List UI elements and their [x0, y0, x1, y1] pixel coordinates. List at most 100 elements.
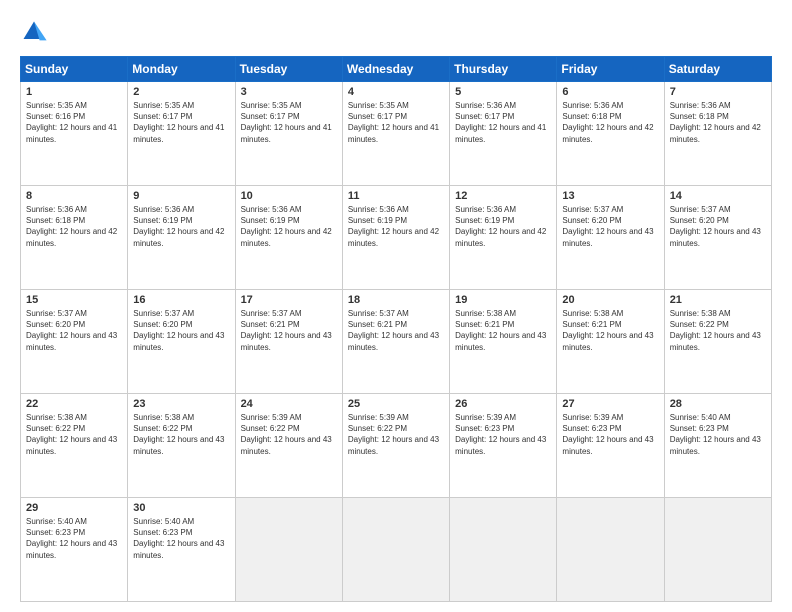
empty-cell [557, 498, 664, 602]
table-row: 14 Sunrise: 5:37 AM Sunset: 6:20 PM Dayl… [664, 186, 771, 290]
day-number: 23 [133, 398, 229, 410]
day-number: 17 [241, 294, 337, 306]
day-number: 16 [133, 294, 229, 306]
day-info: Sunrise: 5:37 AM Sunset: 6:20 PM Dayligh… [133, 308, 229, 353]
logo-icon [20, 18, 48, 46]
header-thursday: Thursday [450, 57, 557, 82]
day-info: Sunrise: 5:39 AM Sunset: 6:22 PM Dayligh… [241, 412, 337, 457]
day-number: 3 [241, 86, 337, 98]
day-number: 18 [348, 294, 444, 306]
day-number: 1 [26, 86, 122, 98]
table-row: 4 Sunrise: 5:35 AM Sunset: 6:17 PM Dayli… [342, 82, 449, 186]
day-number: 2 [133, 86, 229, 98]
day-number: 21 [670, 294, 766, 306]
table-row: 27 Sunrise: 5:39 AM Sunset: 6:23 PM Dayl… [557, 394, 664, 498]
empty-cell [342, 498, 449, 602]
table-row: 9 Sunrise: 5:36 AM Sunset: 6:19 PM Dayli… [128, 186, 235, 290]
empty-cell [450, 498, 557, 602]
table-row: 16 Sunrise: 5:37 AM Sunset: 6:20 PM Dayl… [128, 290, 235, 394]
day-number: 13 [562, 190, 658, 202]
day-info: Sunrise: 5:37 AM Sunset: 6:20 PM Dayligh… [26, 308, 122, 353]
table-row: 3 Sunrise: 5:35 AM Sunset: 6:17 PM Dayli… [235, 82, 342, 186]
day-number: 19 [455, 294, 551, 306]
day-number: 11 [348, 190, 444, 202]
day-info: Sunrise: 5:35 AM Sunset: 6:17 PM Dayligh… [348, 100, 444, 145]
table-row: 12 Sunrise: 5:36 AM Sunset: 6:19 PM Dayl… [450, 186, 557, 290]
calendar-table: Sunday Monday Tuesday Wednesday Thursday… [20, 56, 772, 602]
day-info: Sunrise: 5:36 AM Sunset: 6:18 PM Dayligh… [670, 100, 766, 145]
day-info: Sunrise: 5:40 AM Sunset: 6:23 PM Dayligh… [670, 412, 766, 457]
table-row: 22 Sunrise: 5:38 AM Sunset: 6:22 PM Dayl… [21, 394, 128, 498]
day-number: 27 [562, 398, 658, 410]
day-info: Sunrise: 5:36 AM Sunset: 6:19 PM Dayligh… [348, 204, 444, 249]
logo [20, 18, 52, 46]
day-info: Sunrise: 5:36 AM Sunset: 6:19 PM Dayligh… [455, 204, 551, 249]
table-row: 10 Sunrise: 5:36 AM Sunset: 6:19 PM Dayl… [235, 186, 342, 290]
table-row: 25 Sunrise: 5:39 AM Sunset: 6:22 PM Dayl… [342, 394, 449, 498]
header-tuesday: Tuesday [235, 57, 342, 82]
day-info: Sunrise: 5:36 AM Sunset: 6:18 PM Dayligh… [562, 100, 658, 145]
page: Sunday Monday Tuesday Wednesday Thursday… [0, 0, 792, 612]
day-number: 15 [26, 294, 122, 306]
day-number: 30 [133, 502, 229, 514]
day-number: 8 [26, 190, 122, 202]
day-number: 10 [241, 190, 337, 202]
day-number: 22 [26, 398, 122, 410]
table-row: 6 Sunrise: 5:36 AM Sunset: 6:18 PM Dayli… [557, 82, 664, 186]
table-row: 19 Sunrise: 5:38 AM Sunset: 6:21 PM Dayl… [450, 290, 557, 394]
day-number: 24 [241, 398, 337, 410]
empty-cell [664, 498, 771, 602]
table-row: 26 Sunrise: 5:39 AM Sunset: 6:23 PM Dayl… [450, 394, 557, 498]
day-number: 9 [133, 190, 229, 202]
day-info: Sunrise: 5:39 AM Sunset: 6:23 PM Dayligh… [455, 412, 551, 457]
day-info: Sunrise: 5:37 AM Sunset: 6:20 PM Dayligh… [670, 204, 766, 249]
day-number: 26 [455, 398, 551, 410]
day-info: Sunrise: 5:36 AM Sunset: 6:19 PM Dayligh… [133, 204, 229, 249]
day-number: 5 [455, 86, 551, 98]
day-info: Sunrise: 5:36 AM Sunset: 6:17 PM Dayligh… [455, 100, 551, 145]
day-info: Sunrise: 5:36 AM Sunset: 6:19 PM Dayligh… [241, 204, 337, 249]
empty-cell [235, 498, 342, 602]
header-sunday: Sunday [21, 57, 128, 82]
table-row: 5 Sunrise: 5:36 AM Sunset: 6:17 PM Dayli… [450, 82, 557, 186]
day-number: 28 [670, 398, 766, 410]
day-info: Sunrise: 5:40 AM Sunset: 6:23 PM Dayligh… [26, 516, 122, 561]
day-number: 6 [562, 86, 658, 98]
table-row: 21 Sunrise: 5:38 AM Sunset: 6:22 PM Dayl… [664, 290, 771, 394]
table-row: 18 Sunrise: 5:37 AM Sunset: 6:21 PM Dayl… [342, 290, 449, 394]
day-number: 25 [348, 398, 444, 410]
day-info: Sunrise: 5:38 AM Sunset: 6:22 PM Dayligh… [670, 308, 766, 353]
day-info: Sunrise: 5:37 AM Sunset: 6:21 PM Dayligh… [348, 308, 444, 353]
day-number: 4 [348, 86, 444, 98]
header [20, 18, 772, 46]
table-row: 23 Sunrise: 5:38 AM Sunset: 6:22 PM Dayl… [128, 394, 235, 498]
day-info: Sunrise: 5:38 AM Sunset: 6:22 PM Dayligh… [26, 412, 122, 457]
day-info: Sunrise: 5:37 AM Sunset: 6:21 PM Dayligh… [241, 308, 337, 353]
day-number: 29 [26, 502, 122, 514]
table-row: 1 Sunrise: 5:35 AM Sunset: 6:16 PM Dayli… [21, 82, 128, 186]
day-info: Sunrise: 5:38 AM Sunset: 6:21 PM Dayligh… [455, 308, 551, 353]
table-row: 29 Sunrise: 5:40 AM Sunset: 6:23 PM Dayl… [21, 498, 128, 602]
day-info: Sunrise: 5:35 AM Sunset: 6:17 PM Dayligh… [133, 100, 229, 145]
day-number: 14 [670, 190, 766, 202]
table-row: 11 Sunrise: 5:36 AM Sunset: 6:19 PM Dayl… [342, 186, 449, 290]
header-wednesday: Wednesday [342, 57, 449, 82]
day-info: Sunrise: 5:39 AM Sunset: 6:22 PM Dayligh… [348, 412, 444, 457]
day-info: Sunrise: 5:38 AM Sunset: 6:21 PM Dayligh… [562, 308, 658, 353]
day-number: 12 [455, 190, 551, 202]
header-friday: Friday [557, 57, 664, 82]
header-monday: Monday [128, 57, 235, 82]
table-row: 24 Sunrise: 5:39 AM Sunset: 6:22 PM Dayl… [235, 394, 342, 498]
day-info: Sunrise: 5:40 AM Sunset: 6:23 PM Dayligh… [133, 516, 229, 561]
table-row: 13 Sunrise: 5:37 AM Sunset: 6:20 PM Dayl… [557, 186, 664, 290]
day-info: Sunrise: 5:37 AM Sunset: 6:20 PM Dayligh… [562, 204, 658, 249]
table-row: 28 Sunrise: 5:40 AM Sunset: 6:23 PM Dayl… [664, 394, 771, 498]
day-number: 20 [562, 294, 658, 306]
day-info: Sunrise: 5:36 AM Sunset: 6:18 PM Dayligh… [26, 204, 122, 249]
table-row: 15 Sunrise: 5:37 AM Sunset: 6:20 PM Dayl… [21, 290, 128, 394]
table-row: 8 Sunrise: 5:36 AM Sunset: 6:18 PM Dayli… [21, 186, 128, 290]
weekday-header-row: Sunday Monday Tuesday Wednesday Thursday… [21, 57, 772, 82]
table-row: 30 Sunrise: 5:40 AM Sunset: 6:23 PM Dayl… [128, 498, 235, 602]
day-info: Sunrise: 5:38 AM Sunset: 6:22 PM Dayligh… [133, 412, 229, 457]
table-row: 20 Sunrise: 5:38 AM Sunset: 6:21 PM Dayl… [557, 290, 664, 394]
